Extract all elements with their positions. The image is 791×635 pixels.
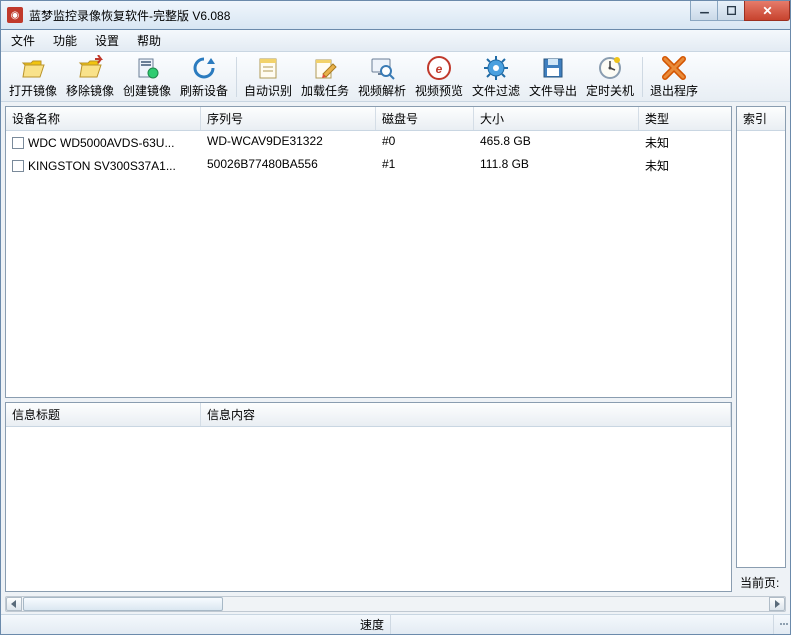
toolbar-separator — [642, 57, 643, 97]
status-speed-value — [391, 615, 774, 634]
toolbar-folder-remove-button[interactable]: 移除镜像 — [62, 53, 118, 101]
device-type: 未知 — [639, 155, 731, 176]
toolbar-edit-notepad-button[interactable]: 加载任务 — [297, 53, 353, 101]
device-disk: #0 — [376, 132, 474, 153]
status-speed-label: 速度 — [1, 615, 391, 634]
info-content-header[interactable]: 信息内容 — [201, 403, 731, 426]
toolbar-floppy-button[interactable]: 文件导出 — [525, 53, 581, 101]
folder-remove-icon — [77, 55, 103, 81]
refresh-icon — [191, 55, 217, 81]
menu-help[interactable]: 帮助 — [131, 30, 167, 51]
window-title: 蓝梦监控录像恢复软件-完整版 V6.088 — [29, 7, 230, 24]
device-panel: 设备名称 序列号 磁盘号 大小 类型 WDC WD5000AVDS-63U...… — [5, 106, 732, 398]
titlebar: ◉ 蓝梦监控录像恢复软件-完整版 V6.088 — [0, 0, 791, 30]
toolbar-exit-button[interactable]: 退出程序 — [646, 53, 702, 101]
toolbar-label: 退出程序 — [650, 82, 698, 99]
col-header-size[interactable]: 大小 — [474, 107, 639, 130]
toolbar-notepad-button[interactable]: 自动识别 — [240, 53, 296, 101]
window-controls — [691, 1, 790, 21]
info-title-header[interactable]: 信息标题 — [6, 403, 201, 426]
device-size: 111.8 GB — [474, 155, 639, 176]
info-panel: 信息标题 信息内容 — [5, 402, 732, 592]
device-table-body[interactable]: WDC WD5000AVDS-63U... WD-WCAV9DE31322#046… — [6, 131, 731, 397]
maximize-button[interactable] — [717, 1, 745, 21]
index-panel: 索引 — [736, 106, 786, 568]
toolbar-refresh-button[interactable]: 刷新设备 — [176, 53, 232, 101]
col-header-disk[interactable]: 磁盘号 — [376, 107, 474, 130]
horizontal-scrollbar[interactable] — [5, 596, 786, 612]
floppy-icon — [540, 55, 566, 81]
device-size: 465.8 GB — [474, 132, 639, 153]
current-page-label: 当前页: — [736, 572, 786, 592]
gear-blue-icon — [483, 55, 509, 81]
info-body — [6, 427, 731, 591]
e-play-icon: e — [426, 55, 452, 81]
device-name: WDC WD5000AVDS-63U... — [28, 136, 174, 150]
device-type: 未知 — [639, 132, 731, 153]
col-header-name[interactable]: 设备名称 — [6, 107, 201, 130]
toolbar-label: 刷新设备 — [180, 82, 228, 99]
device-serial: WD-WCAV9DE31322 — [201, 132, 376, 153]
row-checkbox[interactable] — [12, 137, 24, 149]
device-serial: 50026B77480BA556 — [201, 155, 376, 176]
toolbar-label: 视频解析 — [358, 82, 406, 99]
close-button[interactable] — [744, 1, 790, 21]
info-header: 信息标题 信息内容 — [6, 403, 731, 427]
table-row[interactable]: WDC WD5000AVDS-63U... WD-WCAV9DE31322#046… — [6, 131, 731, 154]
resize-grip[interactable] — [774, 621, 790, 628]
disk-image-icon — [134, 55, 160, 81]
notepad-icon — [255, 55, 281, 81]
menu-function[interactable]: 功能 — [47, 30, 83, 51]
device-table-header: 设备名称 序列号 磁盘号 大小 类型 — [6, 107, 731, 131]
toolbar-label: 创建镜像 — [123, 82, 171, 99]
statusbar: 速度 — [1, 614, 790, 634]
menubar: 文件 功能 设置 帮助 — [1, 30, 790, 52]
toolbar-label: 自动识别 — [244, 82, 292, 99]
toolbar-label: 加载任务 — [301, 82, 349, 99]
index-header[interactable]: 索引 — [737, 107, 785, 131]
toolbar-e-play-button[interactable]: e 视频预览 — [411, 53, 467, 101]
menu-file[interactable]: 文件 — [5, 30, 41, 51]
toolbar: 打开镜像移除镜像创建镜像刷新设备自动识别加载任务视频解析 e 视频预览文件过滤文件导… — [1, 52, 790, 102]
col-header-serial[interactable]: 序列号 — [201, 107, 376, 130]
toolbar-separator — [236, 57, 237, 97]
clock-icon — [597, 55, 623, 81]
toolbar-label: 打开镜像 — [9, 82, 57, 99]
monitor-magnify-icon — [369, 55, 395, 81]
exit-icon — [661, 55, 687, 81]
device-name: KINGSTON SV300S37A1... — [28, 159, 176, 173]
row-checkbox[interactable] — [12, 160, 24, 172]
toolbar-label: 定时关机 — [586, 82, 634, 99]
menu-settings[interactable]: 设置 — [89, 30, 125, 51]
hscroll-right-arrow[interactable] — [769, 597, 785, 611]
toolbar-clock-button[interactable]: 定时关机 — [582, 53, 638, 101]
hscroll-left-arrow[interactable] — [6, 597, 22, 611]
toolbar-label: 文件导出 — [529, 82, 577, 99]
toolbar-gear-blue-button[interactable]: 文件过滤 — [468, 53, 524, 101]
toolbar-disk-image-button[interactable]: 创建镜像 — [119, 53, 175, 101]
device-disk: #1 — [376, 155, 474, 176]
edit-notepad-icon — [312, 55, 338, 81]
toolbar-label: 移除镜像 — [66, 82, 114, 99]
toolbar-folder-open-button[interactable]: 打开镜像 — [5, 53, 61, 101]
toolbar-label: 文件过滤 — [472, 82, 520, 99]
svg-text:e: e — [436, 62, 443, 76]
folder-open-icon — [20, 55, 46, 81]
hscroll-thumb[interactable] — [23, 597, 223, 611]
minimize-button[interactable] — [690, 1, 718, 21]
col-header-type[interactable]: 类型 — [639, 107, 731, 130]
app-icon: ◉ — [7, 7, 23, 23]
toolbar-monitor-magnify-button[interactable]: 视频解析 — [354, 53, 410, 101]
table-row[interactable]: KINGSTON SV300S37A1... 50026B77480BA556#1… — [6, 154, 731, 177]
toolbar-label: 视频预览 — [415, 82, 463, 99]
